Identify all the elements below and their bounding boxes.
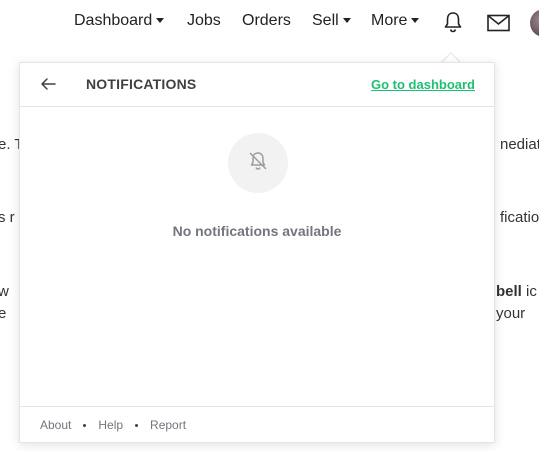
- notifications-title: NOTIFICATIONS: [86, 76, 197, 92]
- chevron-down-icon: [156, 18, 165, 23]
- footer-links: About Help Report: [40, 418, 186, 432]
- empty-notifications-message: No notifications available: [172, 223, 342, 239]
- nav-more-label: More: [371, 12, 408, 29]
- page-text-fragment: e: [0, 305, 7, 322]
- avatar[interactable]: [530, 9, 539, 37]
- notifications-dropdown: NOTIFICATIONS Go to dashboard No notific…: [19, 62, 495, 443]
- notifications-footer: About Help Report: [20, 406, 494, 442]
- page-text-fragment: ficatio: [500, 209, 539, 226]
- nav-more[interactable]: More: [371, 12, 420, 30]
- page-text-fragment: bell ic: [496, 283, 537, 300]
- chevron-down-icon: [342, 18, 351, 23]
- nav-orders[interactable]: Orders: [242, 12, 291, 30]
- page-text-fragment: ic: [526, 283, 537, 300]
- nav-sell[interactable]: Sell: [312, 12, 351, 30]
- page-text-fragment: nediate: [500, 136, 539, 153]
- page-text-fragment: w: [0, 283, 9, 300]
- nav-dashboard[interactable]: Dashboard: [74, 12, 165, 30]
- footer-report-link[interactable]: Report: [150, 418, 186, 432]
- go-to-dashboard-link[interactable]: Go to dashboard: [371, 77, 475, 92]
- bell-bold-text: bell: [496, 283, 522, 300]
- nav-sell-label: Sell: [312, 12, 339, 29]
- footer-help-link[interactable]: Help: [98, 418, 123, 432]
- bell-icon[interactable]: [443, 11, 463, 38]
- footer-about-link[interactable]: About: [40, 418, 71, 432]
- back-arrow-icon[interactable]: [40, 76, 56, 97]
- nav-orders-label: Orders: [242, 12, 291, 29]
- separator-dot: [83, 423, 87, 427]
- nav-dashboard-label: Dashboard: [74, 12, 153, 29]
- nav-jobs[interactable]: Jobs: [187, 12, 221, 30]
- nav-jobs-label: Jobs: [187, 12, 221, 29]
- chevron-down-icon: [411, 18, 420, 23]
- notifications-header: NOTIFICATIONS Go to dashboard: [20, 63, 494, 107]
- separator-dot: [135, 423, 139, 427]
- top-navigation: Dashboard Jobs Orders Sell More: [0, 0, 539, 46]
- page-text-fragment: your: [496, 305, 526, 322]
- envelope-icon[interactable]: [487, 14, 510, 37]
- page-text-fragment: s r: [0, 209, 15, 226]
- bell-off-icon: [247, 150, 269, 177]
- empty-state-icon-container: [228, 133, 288, 193]
